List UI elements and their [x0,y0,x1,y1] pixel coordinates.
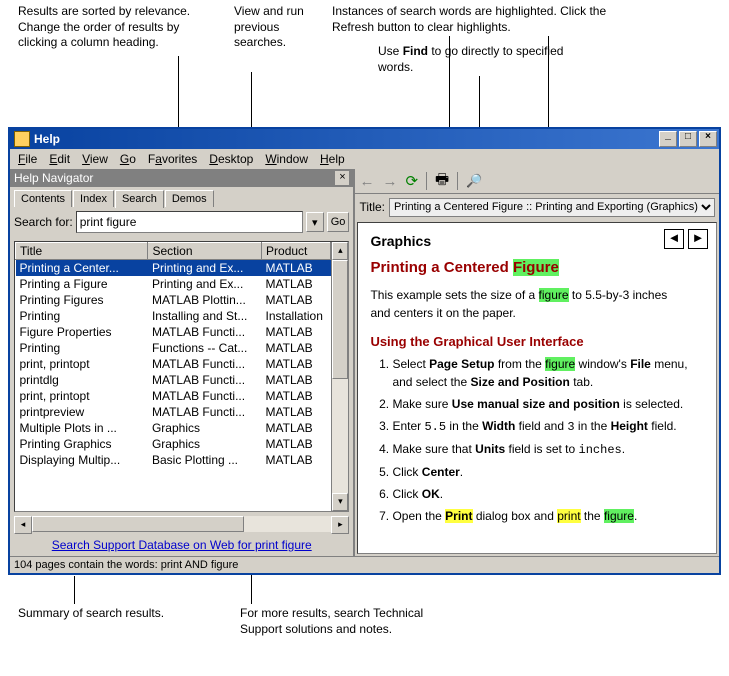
list-item: Select Page Setup from the figure window… [392,355,688,391]
scroll-left-icon[interactable]: ◂ [14,516,32,534]
close-button[interactable]: × [699,131,717,147]
tab-demos[interactable]: Demos [165,190,214,207]
annotation-summary: Summary of search results. [18,606,178,622]
annotation-sort: Results are sorted by relevance. Change … [18,4,218,51]
minimize-button[interactable]: _ [659,131,677,147]
maximize-button[interactable]: □ [679,131,697,147]
go-button[interactable]: Go [327,212,350,232]
list-item: Make sure that Units field is set to inc… [392,440,688,459]
menu-view[interactable]: View [76,152,114,166]
list-item: Click Center. [392,463,688,481]
tab-index[interactable]: Index [73,190,114,207]
doc-steps: Select Page Setup from the figure window… [370,355,688,525]
table-row[interactable]: PrintingFunctions -- Cat...MATLAB [16,340,331,356]
title-label: Title: [359,200,385,214]
table-row[interactable]: print, printoptMATLAB Functi...MATLAB [16,356,331,372]
navigator-tabs: Contents Index Search Demos [10,187,353,207]
scroll-up-icon[interactable]: ▴ [332,242,348,260]
search-input[interactable] [76,211,303,233]
table-row[interactable]: Figure PropertiesMATLAB Functi...MATLAB [16,324,331,340]
navigator-close-button[interactable]: × [335,171,349,185]
table-row[interactable]: Printing GraphicsGraphicsMATLAB [16,436,331,452]
menubar: File Edit View Go Favorites Desktop Wind… [10,149,719,169]
menu-window[interactable]: Window [259,152,314,166]
table-row[interactable]: Displaying Multip...Basic Plotting ...MA… [16,452,331,468]
results-vscroll[interactable]: ▴ ▾ [331,242,348,511]
table-row[interactable]: print, printoptMATLAB Functi...MATLAB [16,388,331,404]
scroll-thumb[interactable] [32,516,244,532]
menu-desktop[interactable]: Desktop [203,152,259,166]
tab-contents[interactable]: Contents [14,190,72,207]
annotation-support: For more results, search Technical Suppo… [240,606,460,637]
titlebar[interactable]: Help _ □ × [10,129,719,149]
print-icon[interactable]: 🖶 [435,169,449,194]
list-item: Click OK. [392,485,688,503]
page-title-select[interactable]: Printing a Centered Figure :: Printing a… [389,198,715,217]
results-hscroll[interactable]: ◂ ▸ [14,516,349,532]
col-section[interactable]: Section [148,243,262,260]
menu-favorites[interactable]: Favorites [142,152,203,166]
doc-section: Graphics [370,233,688,249]
toolbar-divider [426,172,427,190]
table-row[interactable]: Printing a Center...Printing and Ex...MA… [16,260,331,277]
list-item: Make sure Use manual size and position i… [392,395,688,413]
menu-go[interactable]: Go [114,152,142,166]
content-toolbar: ← → ⟳ 🖶 🔎 [355,169,719,194]
table-row[interactable]: PrintingInstalling and St...Installation [16,308,331,324]
window-title: Help [34,132,60,146]
annotation-highlight: Instances of search words are highlighte… [332,4,632,35]
back-icon[interactable]: ← [359,173,374,190]
content-pane: ← → ⟳ 🖶 🔎 Title: Printing a Centered Fig… [353,169,719,556]
menu-file[interactable]: File [12,152,43,166]
app-icon [14,131,30,147]
next-page-icon[interactable]: ► [688,229,708,249]
results-table: Title Section Product Printing a Center.… [15,242,331,511]
scroll-right-icon[interactable]: ▸ [331,516,349,534]
table-row[interactable]: printpreviewMATLAB Functi...MATLAB [16,404,331,420]
forward-icon[interactable]: → [382,173,397,190]
status-bar: 104 pages contain the words: print AND f… [10,556,719,574]
annotation-previous: View and run previous searches. [234,4,314,51]
navigator-title: Help Navigator [14,171,93,185]
col-title[interactable]: Title [16,243,148,260]
table-row[interactable]: printdlgMATLAB Functi...MATLAB [16,372,331,388]
doc-paragraph: This example sets the size of a figure t… [370,286,688,322]
tab-search[interactable]: Search [115,190,164,208]
list-item: Open the Print dialog box and print the … [392,507,688,525]
scroll-thumb[interactable] [332,260,348,379]
menu-help[interactable]: Help [314,152,351,166]
table-row[interactable]: Printing a FigurePrinting and Ex...MATLA… [16,276,331,292]
refresh-icon[interactable]: ⟳ [405,172,418,190]
help-window: Help _ □ × File Edit View Go Favorites D… [8,127,721,575]
navigator-header: Help Navigator × [10,169,353,187]
support-database-link[interactable]: Search Support Database on Web for print… [52,538,312,552]
find-icon[interactable]: 🔎 [466,173,482,189]
search-label: Search for: [14,215,73,229]
list-item: Enter 5.5 in the Width field and 3 in th… [392,417,688,436]
help-navigator: Help Navigator × Contents Index Search D… [10,169,353,556]
scroll-down-icon[interactable]: ▾ [332,493,348,511]
prev-page-icon[interactable]: ◄ [664,229,684,249]
col-product[interactable]: Product [262,243,331,260]
doc-content: ◄ ► Graphics Printing a Centered Figure … [357,222,717,554]
doc-heading: Printing a Centered Figure [370,259,688,276]
toolbar-divider [457,172,458,190]
table-row[interactable]: Printing FiguresMATLAB Plottin...MATLAB [16,292,331,308]
table-row[interactable]: Multiple Plots in ...GraphicsMATLAB [16,420,331,436]
doc-subheading: Using the Graphical User Interface [370,334,688,349]
menu-edit[interactable]: Edit [43,152,76,166]
search-history-dropdown[interactable]: ▾ [306,212,324,232]
support-link-area: Search Support Database on Web for print… [10,534,353,556]
